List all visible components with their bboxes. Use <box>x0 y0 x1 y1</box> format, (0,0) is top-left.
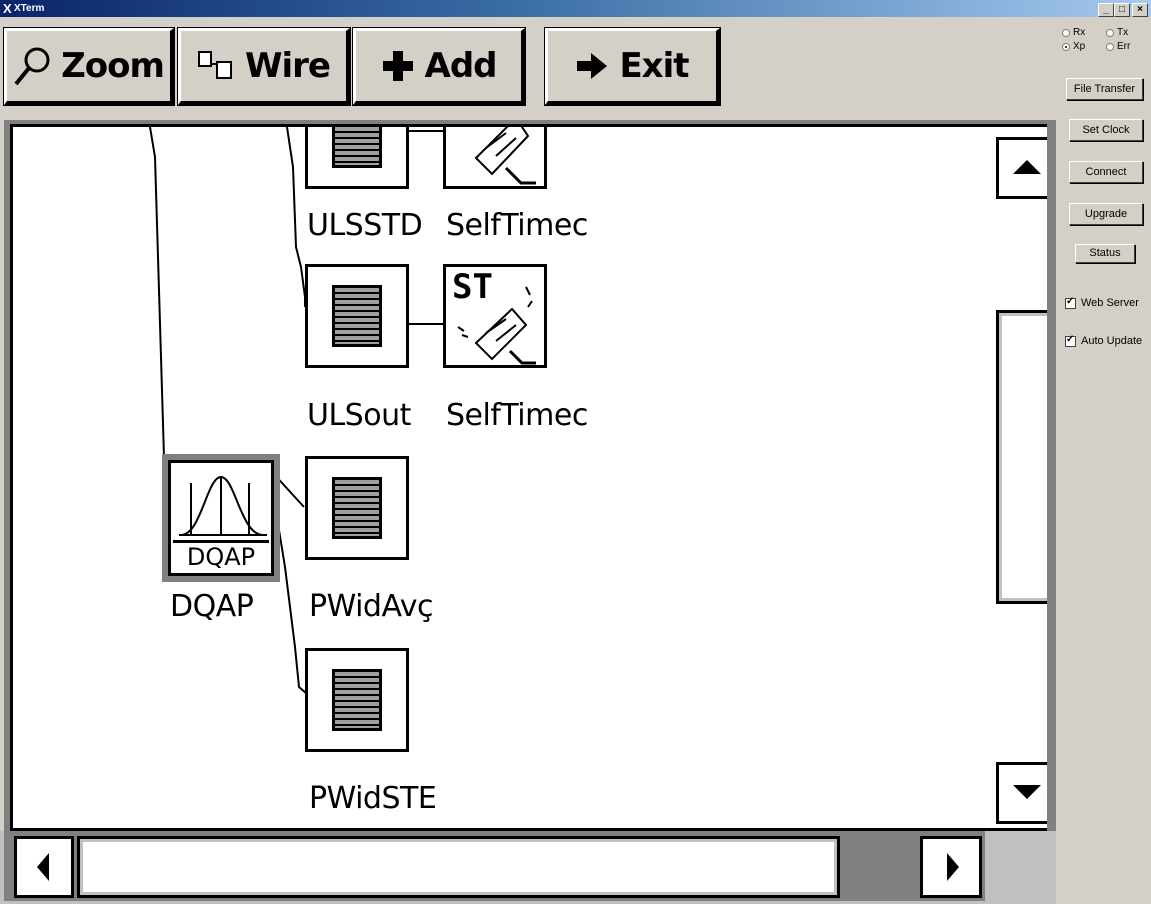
diagram-canvas[interactable]: ULSSTD SelfTimec ST ULSout SelfTimec DQA… <box>10 124 1047 831</box>
node-ulsout[interactable] <box>305 264 409 368</box>
node-label-pwidavg: PWidAvç <box>309 589 434 624</box>
horizontal-scroll-thumb[interactable] <box>77 836 840 898</box>
wire-line <box>149 127 170 475</box>
add-button[interactable]: Add <box>352 27 526 106</box>
node-label-selftimed-2: SelfTimec <box>446 398 588 433</box>
document-icon <box>332 669 382 731</box>
maximize-button[interactable]: □ <box>1114 3 1130 17</box>
node-selftimed-2[interactable]: ST <box>443 264 547 368</box>
title-bar: X XTerm _ □ × <box>0 0 1151 17</box>
auto-update-check-box <box>1065 334 1076 347</box>
radio-err[interactable]: Err <box>1106 41 1130 52</box>
upgrade-button[interactable]: Upgrade <box>1069 203 1143 225</box>
node-pwidavg[interactable] <box>305 456 409 560</box>
toolbar: Zoom Wire Add Exit <box>0 17 1056 120</box>
x-logo-icon: X <box>3 1 12 16</box>
scroll-up-button[interactable] <box>996 137 1047 199</box>
document-icon <box>332 127 382 168</box>
arrow-up-icon <box>1013 160 1041 174</box>
status-button[interactable]: Status <box>1075 244 1135 263</box>
arrow-down-icon <box>1013 785 1041 799</box>
satellite-dish-icon <box>474 127 536 185</box>
set-clock-button[interactable]: Set Clock <box>1069 119 1143 141</box>
node-ulsstd[interactable] <box>305 127 409 189</box>
scroll-down-button[interactable] <box>996 762 1047 824</box>
scroll-corner <box>985 831 1056 904</box>
zoom-label: Zoom <box>61 46 165 86</box>
side-panel: Rx Tx Xp Err File Transfer Set Clock Con… <box>1056 17 1151 904</box>
add-label: Add <box>424 46 498 86</box>
radio-xp-label: Xp <box>1073 41 1086 52</box>
radio-tx-label: Tx <box>1117 27 1129 38</box>
file-transfer-button[interactable]: File Transfer <box>1066 78 1143 100</box>
minimize-button[interactable]: _ <box>1098 3 1114 17</box>
plus-icon <box>382 51 413 81</box>
auto-update-checkbox[interactable]: Auto Update <box>1065 334 1143 347</box>
scroll-left-button[interactable] <box>14 836 74 898</box>
horizontal-scrollbar[interactable] <box>0 831 1056 904</box>
magnifier-icon <box>14 47 50 86</box>
radio-err-dot <box>1106 42 1114 51</box>
auto-update-label: Auto Update <box>1081 335 1143 347</box>
wire-line <box>286 127 306 298</box>
radio-tx-dot <box>1106 28 1114 37</box>
arrow-left-icon <box>37 853 49 881</box>
node-label-dqap: DQAP <box>170 589 254 624</box>
scroll-right-button[interactable] <box>920 836 982 898</box>
node-selftimed-1[interactable] <box>443 127 547 189</box>
satellite-dish-icon <box>457 286 536 365</box>
exit-label: Exit <box>619 46 689 86</box>
arrow-right-icon <box>577 53 608 79</box>
dqap-caption: DQAP <box>173 540 269 572</box>
window-title: XTerm <box>14 3 45 14</box>
node-pwidstd[interactable] <box>305 648 409 752</box>
vertical-scroll-thumb[interactable] <box>996 310 1047 604</box>
radio-tx[interactable]: Tx <box>1106 27 1128 38</box>
document-icon <box>332 285 382 347</box>
web-server-checkbox[interactable]: Web Server <box>1065 296 1139 309</box>
radio-xp-dot <box>1062 42 1070 51</box>
zoom-button[interactable]: Zoom <box>3 27 175 106</box>
radio-rx[interactable]: Rx <box>1062 27 1085 38</box>
close-button[interactable]: × <box>1132 3 1148 17</box>
node-label-ulsstd: ULSSTD <box>307 208 423 243</box>
connect-button[interactable]: Connect <box>1069 161 1143 183</box>
document-icon <box>332 477 382 539</box>
exit-button[interactable]: Exit <box>544 27 721 106</box>
radio-rx-dot <box>1062 28 1070 37</box>
node-label-ulsout: ULSout <box>307 398 411 433</box>
web-server-label: Web Server <box>1081 297 1139 309</box>
node-label-selftimed-1: SelfTimec <box>446 208 588 243</box>
wire-label: Wire <box>245 46 331 86</box>
radio-err-label: Err <box>1117 41 1131 52</box>
bell-curve-icon <box>179 475 267 536</box>
web-server-check-box <box>1065 296 1076 309</box>
wire-icon <box>198 51 232 79</box>
radio-xp[interactable]: Xp <box>1062 41 1085 52</box>
arrow-right-icon <box>947 853 959 881</box>
wire-button[interactable]: Wire <box>177 27 351 106</box>
node-dqap[interactable]: DQAP <box>168 460 274 576</box>
radio-rx-label: Rx <box>1073 27 1086 38</box>
node-label-pwidstd: PWidSTE <box>309 781 437 816</box>
